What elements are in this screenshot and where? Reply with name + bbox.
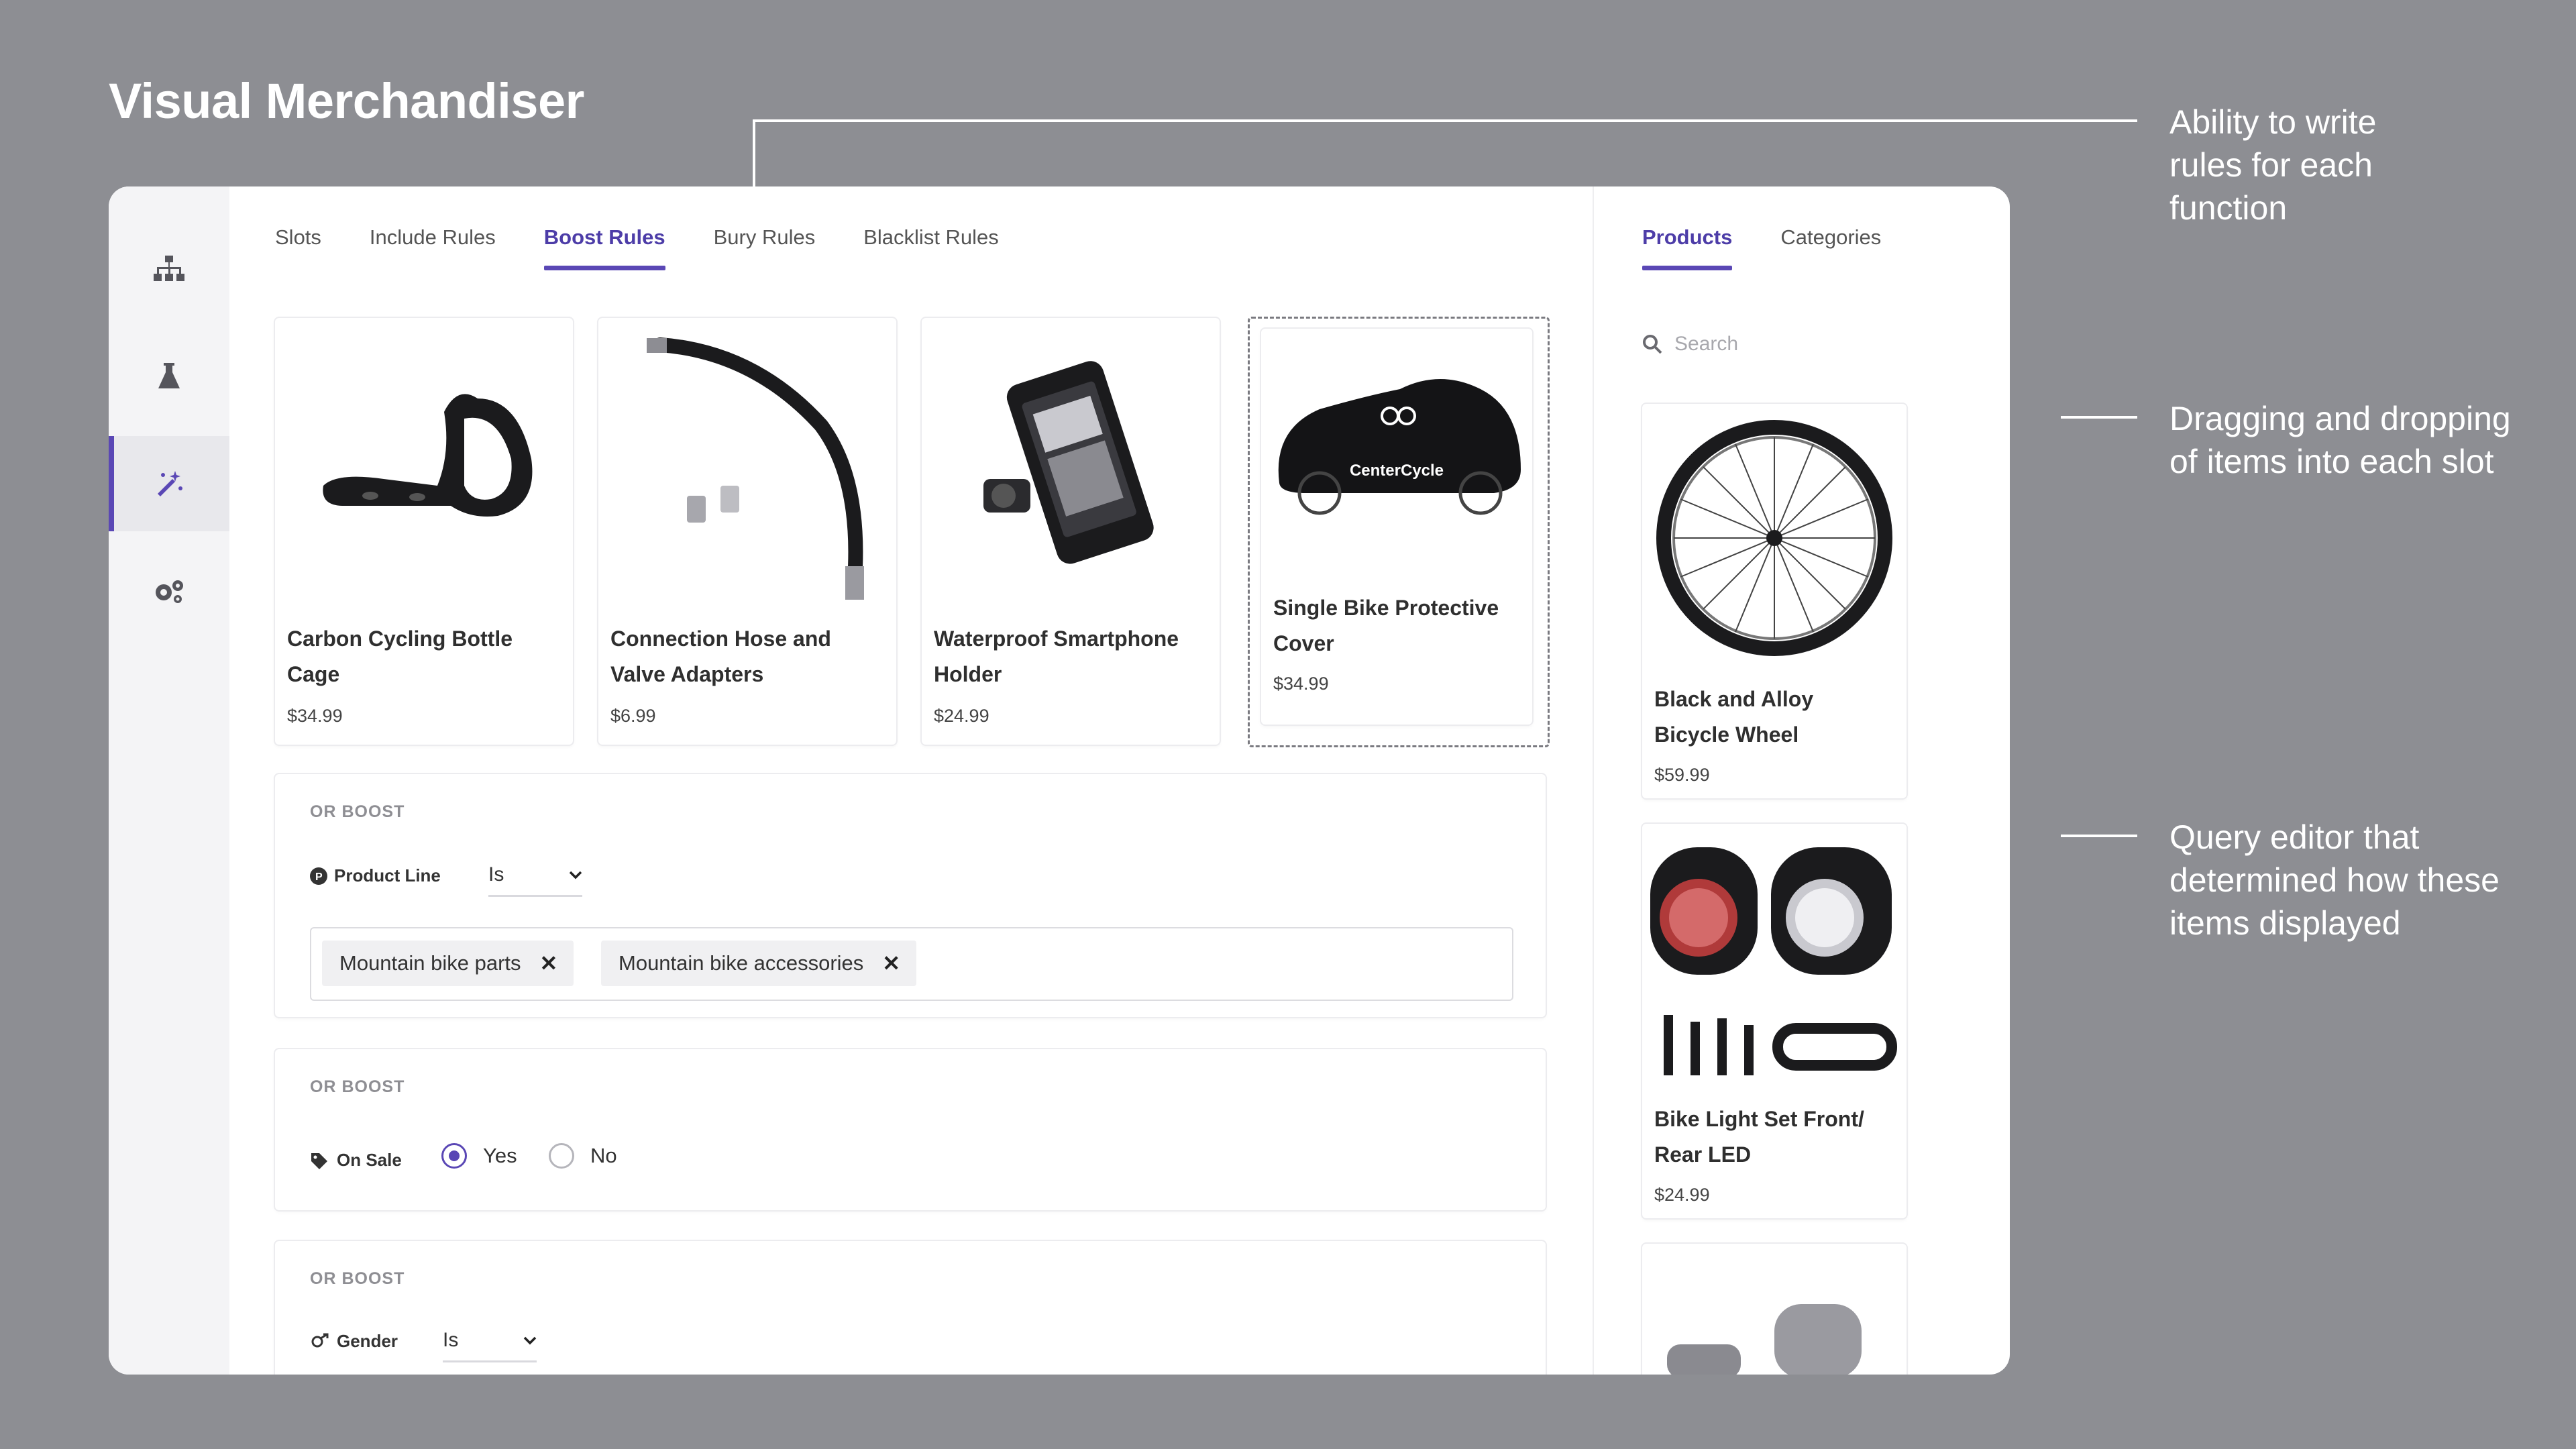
- sidebar-item-merchandiser[interactable]: [109, 436, 229, 531]
- annotation-rules: Ability to write rules for each function: [2169, 103, 2377, 227]
- rule-field-label: Gender: [310, 1331, 398, 1352]
- sidebar: [109, 186, 229, 1375]
- operator-select[interactable]: Is: [443, 1320, 537, 1362]
- rule-field-label: P Product Line: [310, 865, 441, 886]
- product-name: Bike Light Set Front/ Rear LED: [1654, 1107, 1864, 1167]
- product-price: $59.99: [1654, 765, 1710, 785]
- radio-no[interactable]: No: [549, 1143, 617, 1169]
- right-panel-tabs: Products Categories: [1642, 225, 1929, 279]
- product-image-bike-cover: [1261, 329, 1532, 543]
- product-line-icon: P: [310, 867, 327, 885]
- chevron-down-icon: [569, 871, 582, 879]
- rule-heading: OR BOOST: [310, 802, 405, 821]
- product-search[interactable]: Search: [1642, 333, 1738, 356]
- tab-products[interactable]: Products: [1642, 225, 1733, 279]
- radio-button-selected[interactable]: [441, 1143, 467, 1169]
- product-image-phone-holder: [922, 318, 1220, 613]
- rule-field-label: On Sale: [310, 1150, 402, 1171]
- annotation-leader-3: [2061, 835, 2137, 837]
- gears-icon: [156, 580, 183, 603]
- sidebar-item-experiments[interactable]: [109, 329, 229, 424]
- sitemap-icon: [154, 256, 184, 281]
- page-title: Visual Merchandiser: [109, 73, 584, 129]
- product-image-bottle-cage: [275, 318, 573, 613]
- svg-text:P: P: [315, 871, 323, 883]
- tags-icon: [311, 1152, 327, 1169]
- magic-wand-icon: [158, 471, 182, 496]
- product-price: $34.99: [1273, 674, 1329, 694]
- tab-include-rules[interactable]: Include Rules: [370, 225, 496, 279]
- product-name: Black and Alloy Bicycle Wheel: [1654, 687, 1814, 747]
- catalog-product-card[interactable]: Bike Light Set Front/ Rear LED $24.99: [1642, 824, 1907, 1218]
- flask-icon: [158, 363, 180, 388]
- product-image-wheel: [1642, 404, 1907, 672]
- remove-tag-icon[interactable]: ✕: [882, 951, 900, 976]
- product-name: Waterproof Smartphone Holder: [934, 627, 1179, 686]
- product-price: $24.99: [934, 706, 989, 726]
- tab-boost-rules[interactable]: Boost Rules: [543, 225, 665, 279]
- product-name: Single Bike Protective Cover: [1273, 596, 1499, 655]
- annotation-drag-drop: Dragging and dropping of items into each…: [2169, 400, 2511, 480]
- rule-tabs: Slots Include Rules Boost Rules Bury Rul…: [275, 225, 1047, 279]
- annotation-leader-2: [2061, 416, 2137, 419]
- tab-categories[interactable]: Categories: [1780, 225, 1881, 279]
- catalog-product-card[interactable]: Black and Alloy Bicycle Wheel $59.99: [1642, 404, 1907, 798]
- search-icon: [1643, 335, 1662, 354]
- panel-divider: [1593, 186, 1594, 1375]
- operator-select[interactable]: Is: [488, 855, 582, 897]
- sidebar-item-settings[interactable]: [109, 543, 229, 639]
- rule-heading: OR BOOST: [310, 1269, 405, 1288]
- catalog-product-card[interactable]: [1642, 1244, 1907, 1375]
- slot-card[interactable]: Carbon Cycling Bottle Cage $34.99: [275, 318, 573, 745]
- slot-card[interactable]: Waterproof Smartphone Holder $24.99: [922, 318, 1220, 745]
- product-price: $6.99: [610, 706, 656, 726]
- remove-tag-icon[interactable]: ✕: [540, 951, 558, 976]
- radio-yes[interactable]: Yes: [441, 1143, 517, 1169]
- search-input[interactable]: Search: [1674, 333, 1738, 356]
- product-image-bike-lights: [1642, 824, 1907, 1092]
- product-brand: CenterCycle: [1349, 462, 1444, 480]
- sidebar-item-hierarchy[interactable]: [109, 221, 229, 317]
- tab-bury-rules[interactable]: Bury Rules: [714, 225, 816, 279]
- annotation-leader-1-horizontal: [753, 119, 2137, 122]
- tab-slots[interactable]: Slots: [275, 225, 321, 279]
- product-name: Carbon Cycling Bottle Cage: [287, 627, 513, 686]
- boost-rule-on-sale: OR BOOST On Sale Yes No: [275, 1049, 1546, 1210]
- product-image-hose: [598, 318, 896, 613]
- product-price: $34.99: [287, 706, 343, 726]
- boost-rule-gender: OR BOOST Gender Is: [275, 1241, 1546, 1375]
- tab-blacklist-rules[interactable]: Blacklist Rules: [863, 225, 999, 279]
- product-image-partial: [1642, 1244, 1907, 1375]
- radio-button[interactable]: [549, 1143, 574, 1169]
- rule-heading: OR BOOST: [310, 1077, 405, 1096]
- gender-icon: [311, 1333, 329, 1347]
- tag-chip: Mountain bike parts ✕: [322, 941, 574, 986]
- app-window: Slots Include Rules Boost Rules Bury Rul…: [109, 186, 2010, 1375]
- tag-input[interactable]: Mountain bike parts ✕ Mountain bike acce…: [310, 927, 1513, 1001]
- product-name: Connection Hose and Valve Adapters: [610, 627, 831, 686]
- slot-card[interactable]: Connection Hose and Valve Adapters $6.99: [598, 318, 896, 745]
- tag-chip: Mountain bike accessories ✕: [601, 941, 917, 986]
- slot-card-dragging[interactable]: CenterCycle Single Bike Protective Cover…: [1261, 329, 1532, 724]
- annotation-query-editor: Query editor that determined how these i…: [2169, 818, 2500, 942]
- product-price: $24.99: [1654, 1185, 1710, 1205]
- chevron-down-icon: [523, 1336, 537, 1345]
- annotation-leader-1-vertical: [753, 119, 755, 188]
- boost-rule-product-line: OR BOOST P Product Line Is Mountain bike…: [275, 774, 1546, 1017]
